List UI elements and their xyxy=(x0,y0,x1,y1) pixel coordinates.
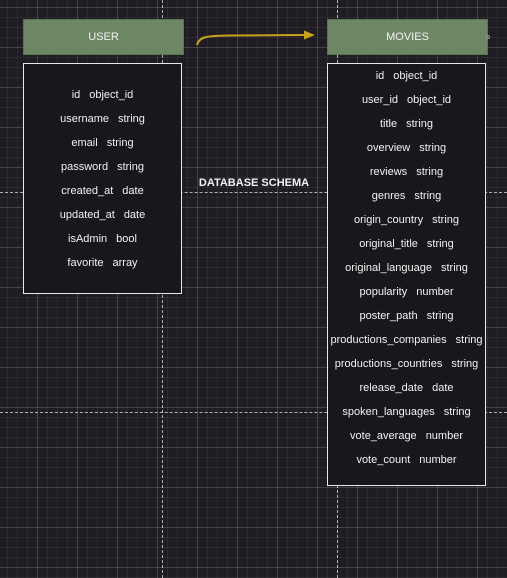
relation-connector[interactable] xyxy=(0,0,507,578)
diagram-title: DATABASE SCHEMA xyxy=(198,177,310,189)
arrow-head-icon xyxy=(304,30,315,40)
connector-line xyxy=(196,34,305,46)
resize-handle-icon[interactable] xyxy=(486,35,490,39)
